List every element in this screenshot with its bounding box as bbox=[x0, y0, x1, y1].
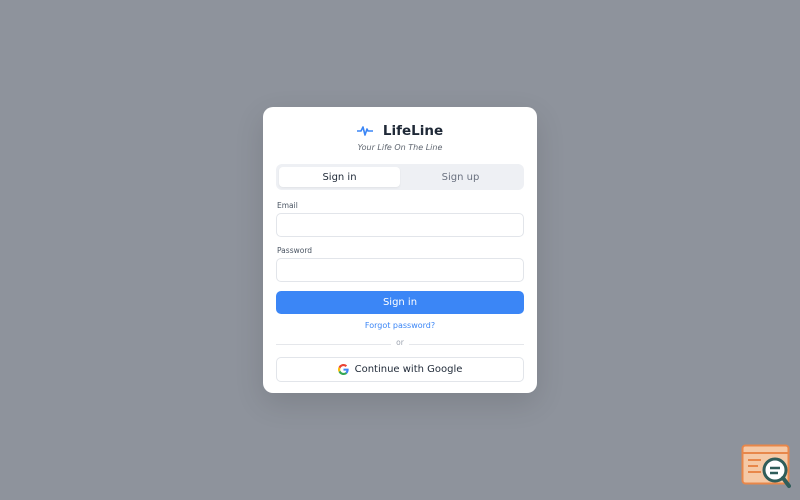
google-sign-in-button[interactable]: Continue with Google bbox=[276, 357, 524, 382]
forgot-password-link[interactable]: Forgot password? bbox=[263, 321, 537, 330]
google-button-label: Continue with Google bbox=[354, 364, 463, 375]
tab-sign-up[interactable]: Sign up bbox=[400, 167, 521, 187]
divider-or: or bbox=[396, 338, 404, 347]
tab-sign-in[interactable]: Sign in bbox=[279, 167, 400, 187]
search-document-icon[interactable] bbox=[741, 444, 791, 490]
pulse-icon bbox=[356, 125, 373, 136]
email-field[interactable] bbox=[276, 213, 524, 237]
password-field[interactable] bbox=[276, 258, 524, 282]
password-label: Password bbox=[277, 246, 313, 255]
brand-name: LifeLine bbox=[382, 122, 444, 139]
brand-header: LifeLine bbox=[263, 120, 537, 139]
auth-card: LifeLine Your Life On The Line Sign in S… bbox=[263, 107, 537, 393]
sign-in-button[interactable]: Sign in bbox=[276, 291, 524, 314]
brand-tagline: Your Life On The Line bbox=[357, 143, 443, 152]
email-label: Email bbox=[277, 201, 298, 210]
google-icon bbox=[337, 364, 349, 375]
auth-tabs: Sign in Sign up bbox=[276, 164, 524, 190]
